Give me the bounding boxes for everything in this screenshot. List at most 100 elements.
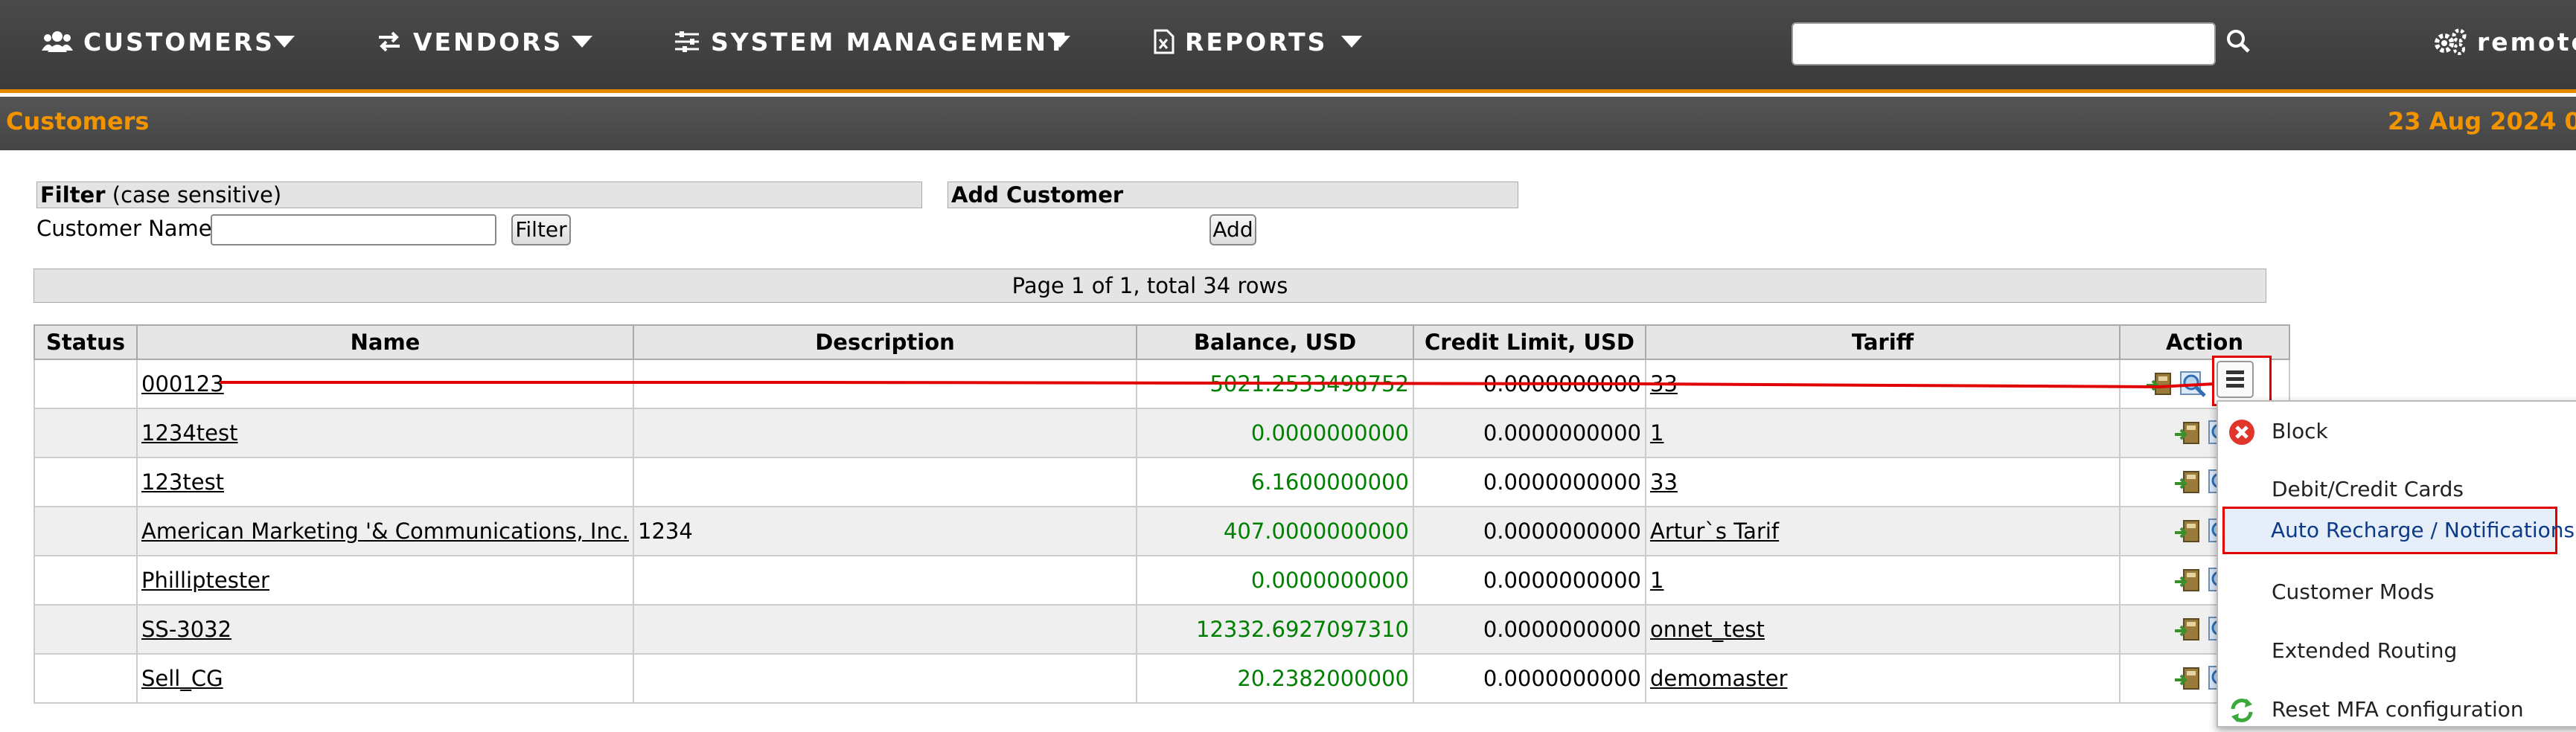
cell-balance: 407.0000000000 (1136, 506, 1414, 556)
table-row: SS-3032 12332.6927097310 0.0000000000 on… (33, 604, 2290, 655)
cell-status (33, 555, 138, 606)
nav-system-management[interactable]: SYSTEM MANAGEMENT (674, 25, 1067, 58)
vendors-dropdown-caret-icon[interactable] (572, 36, 592, 48)
customer-name-link[interactable]: SS-3032 (141, 617, 231, 642)
exchange-icon (379, 31, 400, 52)
tariff-link[interactable]: demomaster (1650, 666, 1788, 691)
cell-name: 1234test (136, 408, 634, 458)
transfer-icon[interactable] (2145, 369, 2175, 399)
page-title-bar: Customers 23 Aug 2024 09: (0, 97, 2576, 150)
customer-name-link[interactable]: Philliptester (141, 568, 269, 593)
cell-description (633, 555, 1137, 606)
cell-name: SS-3032 (136, 604, 634, 655)
menu-item-debit-credit-cards[interactable]: Debit/Credit Cards (2218, 467, 2576, 512)
cell-credit-limit: 0.0000000000 (1413, 457, 1646, 507)
column-header-tariff[interactable]: Tariff (1645, 324, 2120, 360)
add-customer-button[interactable]: Add (1209, 214, 1256, 245)
global-search-input[interactable] (1792, 22, 2216, 65)
customer-name-link[interactable]: Sell_CG (141, 666, 223, 691)
cell-status (33, 359, 138, 409)
current-datetime: 23 Aug 2024 09: (2388, 107, 2576, 135)
cell-status (33, 506, 138, 556)
search-icon[interactable] (2225, 28, 2251, 54)
column-header-status[interactable]: Status (33, 324, 138, 360)
reports-dropdown-caret-icon[interactable] (1341, 36, 1362, 48)
table-row: Philliptester 0.0000000000 0.0000000000 … (33, 555, 2290, 606)
top-navigation-bar: CUSTOMERS VENDORS SYSTEM MANAGEMENT REPO… (0, 0, 2576, 93)
nav-customers[interactable]: CUSTOMERS (42, 25, 275, 58)
cell-credit-limit: 0.0000000000 (1413, 506, 1646, 556)
column-header-description[interactable]: Description (633, 324, 1137, 360)
sliders-icon (675, 31, 699, 52)
customer-name-link[interactable]: 1234test (141, 420, 238, 446)
customer-name-link[interactable]: American Marketing '& Communications, In… (141, 518, 629, 544)
cell-status (33, 457, 138, 507)
tariff-link[interactable]: onnet_test (1650, 617, 1765, 642)
column-header-name[interactable]: Name (136, 324, 634, 360)
page-title: Customers (6, 107, 150, 135)
menu-item-reset-mfa-label: Reset MFA configuration (2272, 697, 2524, 722)
customer-name-label: Customer Name (36, 216, 212, 241)
cell-tariff: 1 (1645, 555, 2120, 606)
nav-vendors[interactable]: VENDORS (376, 25, 563, 58)
cell-name: 000123 (136, 359, 634, 409)
cell-description (633, 408, 1137, 458)
tariff-link[interactable]: 1 (1650, 420, 1663, 446)
customer-name-link[interactable]: 000123 (141, 371, 224, 396)
nav-vendors-label: VENDORS (413, 27, 563, 57)
filter-heading-note: (case sensitive) (112, 182, 282, 208)
menu-item-reset-mfa[interactable]: Reset MFA configuration (2218, 687, 2576, 732)
transfer-icon[interactable] (2173, 614, 2203, 644)
cell-tariff: Artur`s Tarif (1645, 506, 2120, 556)
menu-item-block-label: Block (2272, 419, 2328, 443)
customers-dropdown-caret-icon[interactable] (274, 36, 295, 48)
table-header-row: Status Name Description Balance, USD Cre… (33, 324, 2290, 360)
customer-name-link[interactable]: 123test (141, 469, 224, 495)
add-customer-section-header: Add Customer (947, 182, 1518, 208)
table-row: 000123 5021.2533498752 0.0000000000 33 (33, 359, 2290, 409)
column-header-action: Action (2119, 324, 2290, 360)
block-icon (2229, 420, 2254, 445)
cell-balance: 12332.6927097310 (1136, 604, 1414, 655)
refresh-icon (2231, 699, 2253, 722)
table-row: Sell_CG 20.2382000000 0.0000000000 demom… (33, 653, 2290, 704)
column-header-credit-limit[interactable]: Credit Limit, USD (1413, 324, 1646, 360)
view-details-icon[interactable] (2178, 369, 2208, 399)
cell-name: American Marketing '& Communications, In… (136, 506, 634, 556)
cell-status (33, 408, 138, 458)
nav-reports[interactable]: REPORTS (1154, 25, 1327, 58)
tariff-link[interactable]: Artur`s Tarif (1650, 518, 1779, 544)
menu-item-auto-recharge[interactable]: Auto Recharge / Notifications (2222, 507, 2575, 554)
action-menu-icon[interactable] (2217, 361, 2254, 398)
cell-balance: 20.2382000000 (1136, 653, 1414, 704)
action-context-menu: Block Debit/Credit Cards Customer Mods E… (2217, 400, 2576, 728)
system-management-dropdown-caret-icon[interactable] (1049, 36, 1070, 48)
transfer-icon[interactable] (2173, 565, 2203, 595)
transfer-icon[interactable] (2173, 467, 2203, 497)
menu-item-extended-routing[interactable]: Extended Routing (2218, 629, 2576, 673)
cell-description (633, 653, 1137, 704)
cell-balance: 0.0000000000 (1136, 555, 1414, 606)
filter-button[interactable]: Filter (511, 214, 571, 245)
customer-name-filter-input[interactable] (211, 214, 496, 245)
cell-tariff: demomaster (1645, 653, 2120, 704)
tariff-link[interactable]: 33 (1650, 469, 1678, 495)
cell-description (633, 604, 1137, 655)
transfer-icon[interactable] (2173, 664, 2203, 693)
transfer-icon[interactable] (2173, 418, 2203, 448)
nav-reports-label: REPORTS (1185, 27, 1328, 57)
filter-heading: Filter (40, 182, 106, 208)
cell-credit-limit: 0.0000000000 (1413, 555, 1646, 606)
menu-item-block[interactable]: Block (2218, 409, 2576, 454)
cell-credit-limit: 0.0000000000 (1413, 359, 1646, 409)
tariff-link[interactable]: 33 (1650, 371, 1678, 396)
cell-credit-limit: 0.0000000000 (1413, 653, 1646, 704)
tariff-link[interactable]: 1 (1650, 568, 1663, 593)
cell-tariff: 33 (1645, 457, 2120, 507)
gears-icon (2435, 28, 2467, 55)
user-menu[interactable]: remote (2434, 25, 2576, 58)
column-header-balance[interactable]: Balance, USD (1136, 324, 1414, 360)
menu-item-customer-mods-label: Customer Mods (2272, 580, 2435, 604)
transfer-icon[interactable] (2173, 516, 2203, 546)
menu-item-customer-mods[interactable]: Customer Mods (2218, 570, 2576, 614)
